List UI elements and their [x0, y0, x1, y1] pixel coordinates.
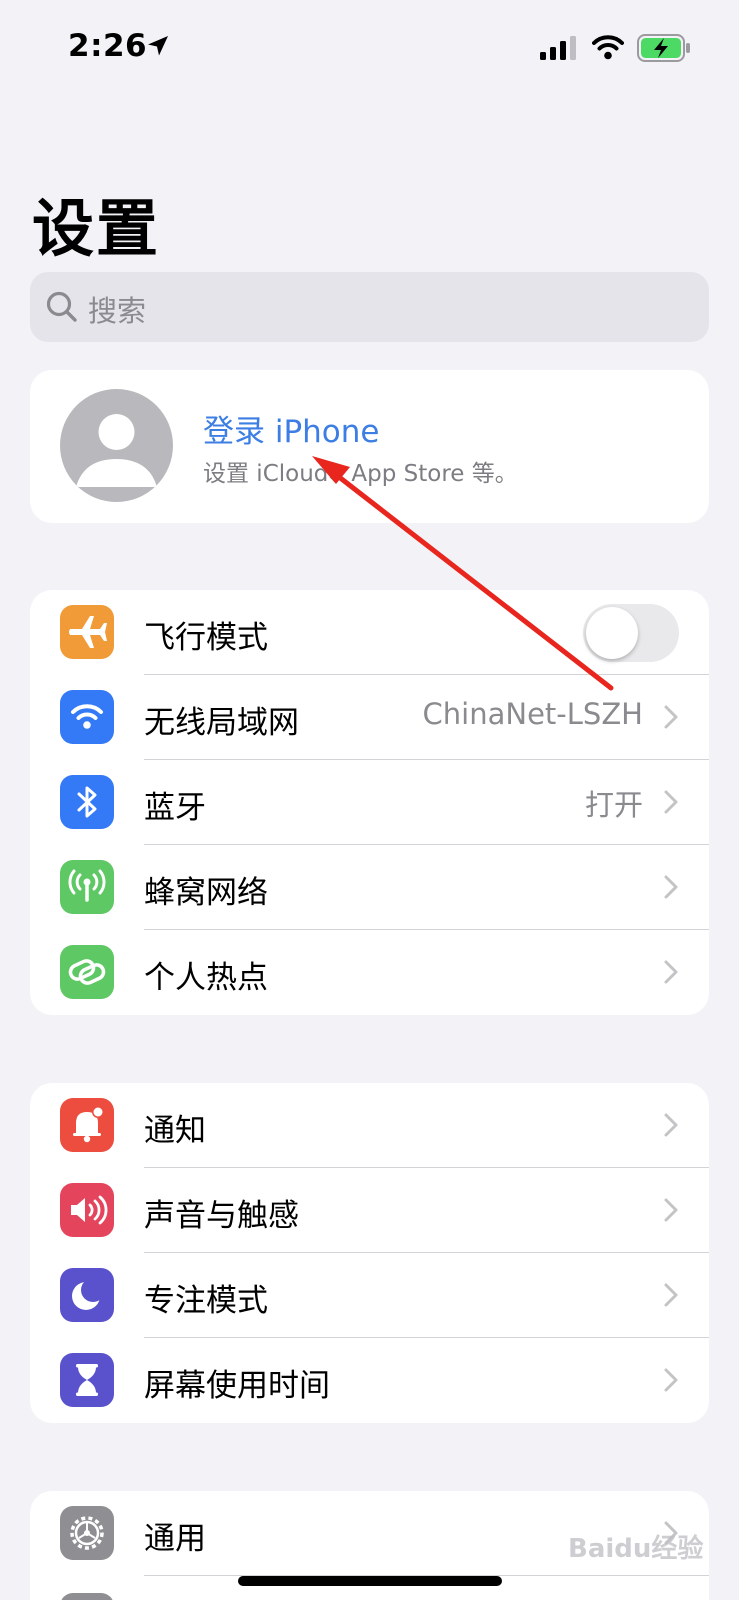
status-time: 2:26 — [68, 28, 148, 64]
row-label: 个人热点 — [144, 960, 268, 996]
toggle-knob — [586, 607, 638, 659]
wifi-icon — [592, 35, 624, 60]
settings-row-cellular[interactable]: 蜂窝网络 — [30, 845, 709, 930]
airplane-icon — [60, 605, 114, 659]
hourglass-icon — [60, 1353, 114, 1407]
speaker-icon — [60, 1183, 114, 1237]
settings-row-hotspot[interactable]: 个人热点 — [30, 930, 709, 1015]
page-title: 设置 — [32, 192, 161, 265]
partial-row-icon — [60, 1593, 114, 1600]
row-value: 打开 — [584, 788, 643, 822]
watermark: Baidu经验 — [568, 1534, 704, 1564]
search-icon — [46, 291, 77, 322]
settings-row-airplane-mode[interactable]: 飞行模式 — [30, 590, 709, 675]
wifi-icon — [60, 690, 114, 744]
settings-row-focus[interactable]: 专注模式 — [30, 1253, 709, 1338]
row-label: 专注模式 — [144, 1283, 268, 1319]
moon-icon — [60, 1268, 114, 1322]
chevron-right-icon — [664, 1283, 678, 1307]
search-placeholder: 搜索 — [88, 294, 147, 328]
avatar — [60, 389, 173, 502]
row-label: 蜂窝网络 — [144, 875, 268, 911]
cellular-antenna-icon — [60, 860, 114, 914]
chevron-right-icon — [664, 875, 678, 899]
chevron-right-icon — [664, 1113, 678, 1137]
hotspot-icon — [60, 945, 114, 999]
row-value: ChinaNet-LSZH — [422, 697, 643, 731]
row-label: 通用 — [144, 1521, 206, 1557]
gear-icon — [60, 1506, 114, 1560]
status-bar: 2:26 — [0, 0, 739, 96]
row-label: 屏幕使用时间 — [144, 1368, 330, 1404]
chevron-right-icon — [664, 1198, 678, 1222]
settings-row-screen-time[interactable]: 屏幕使用时间 — [30, 1338, 709, 1423]
connectivity-group: 飞行模式 无线局域网 ChinaNet-LSZH 蓝牙 打开 蜂窝网络 个人热点 — [30, 590, 709, 1015]
settings-row-notifications[interactable]: 通知 — [30, 1083, 709, 1168]
bluetooth-icon — [60, 775, 114, 829]
cellular-signal-icon — [540, 36, 576, 60]
search-field[interactable]: 搜索 — [30, 272, 709, 342]
home-indicator[interactable] — [238, 1576, 502, 1586]
chevron-right-icon — [664, 790, 678, 814]
chevron-right-icon — [664, 1368, 678, 1392]
signin-title[interactable]: 登录 iPhone — [203, 406, 380, 451]
location-arrow-icon — [148, 36, 168, 56]
row-label: 无线局域网 — [144, 705, 299, 741]
row-label: 飞行模式 — [144, 620, 268, 656]
battery-charging-icon — [637, 34, 690, 62]
signin-subtitle: 设置 iCloud、App Store 等。 — [203, 461, 518, 487]
apple-id-signin-card[interactable]: 登录 iPhone 设置 iCloud、App Store 等。 — [30, 370, 709, 523]
bell-icon — [60, 1098, 114, 1152]
chevron-right-icon — [664, 705, 678, 729]
notifications-group: 通知 声音与触感 专注模式 屏幕使用时间 — [30, 1083, 709, 1423]
settings-row-wlan[interactable]: 无线局域网 ChinaNet-LSZH — [30, 675, 709, 760]
settings-row-bluetooth[interactable]: 蓝牙 打开 — [30, 760, 709, 845]
chevron-right-icon — [664, 960, 678, 984]
row-label: 声音与触感 — [144, 1198, 299, 1234]
airplane-mode-toggle[interactable] — [583, 604, 679, 662]
settings-row-sounds[interactable]: 声音与触感 — [30, 1168, 709, 1253]
row-label: 蓝牙 — [144, 790, 206, 826]
row-label: 通知 — [144, 1113, 206, 1149]
person-silhouette-icon — [76, 414, 157, 487]
